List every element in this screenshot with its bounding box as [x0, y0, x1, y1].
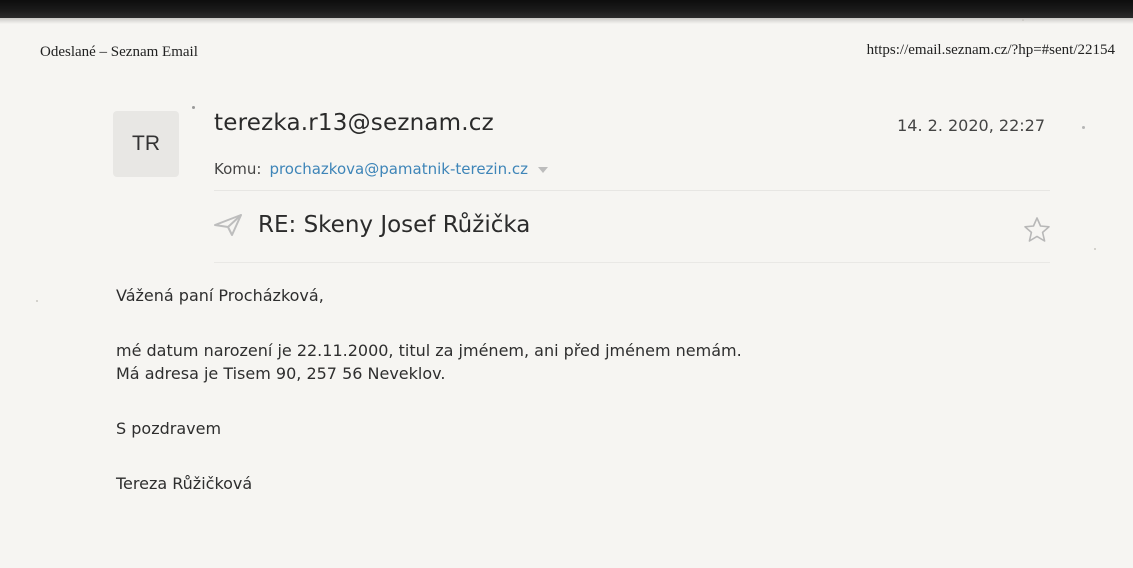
avatar-initials: TR	[132, 132, 160, 155]
header-divider	[214, 190, 1050, 191]
scan-shadow	[0, 18, 1133, 24]
body-closing: S pozdravem	[116, 419, 222, 438]
scan-top-edge	[0, 0, 1133, 18]
body-line: mé datum narození je 22.11.2000, titul z…	[116, 341, 742, 360]
star-outline-icon[interactable]	[1023, 216, 1051, 247]
scan-speck	[1022, 19, 1024, 21]
subject-divider	[214, 262, 1050, 263]
body-signature: Tereza Růžičková	[116, 474, 253, 493]
subject-row: RE: Skeny Josef Růžička	[214, 212, 530, 238]
paper-plane-icon	[214, 214, 242, 236]
scanned-email-printout: Odeslané – Seznam Email https://email.se…	[0, 0, 1133, 568]
scan-speck	[36, 300, 38, 302]
chevron-down-icon[interactable]	[538, 167, 548, 173]
scan-dot	[1082, 126, 1085, 129]
sender-email[interactable]: terezka.r13@seznam.cz	[214, 110, 494, 136]
message-body: Vážená paní Procházková, mé datum naroze…	[116, 284, 1016, 495]
to-label: Komu:	[214, 160, 262, 178]
scan-speck	[1094, 248, 1096, 250]
print-header-title: Odeslané – Seznam Email	[40, 44, 198, 60]
print-header-url: https://email.seznam.cz/?hp=#sent/22154	[866, 42, 1115, 58]
body-greeting: Vážená paní Procházková,	[116, 286, 324, 305]
status-dot	[192, 106, 195, 109]
email-subject: RE: Skeny Josef Růžička	[258, 212, 531, 238]
message-date: 14. 2. 2020, 22:27	[897, 116, 1045, 135]
body-line: Má adresa je Tisem 90, 257 56 Neveklov.	[116, 364, 446, 383]
avatar: TR	[113, 111, 179, 177]
recipient-row: Komu: prochazkova@pamatnik-terezin.cz	[214, 160, 548, 178]
recipient-address[interactable]: prochazkova@pamatnik-terezin.cz	[269, 160, 528, 178]
